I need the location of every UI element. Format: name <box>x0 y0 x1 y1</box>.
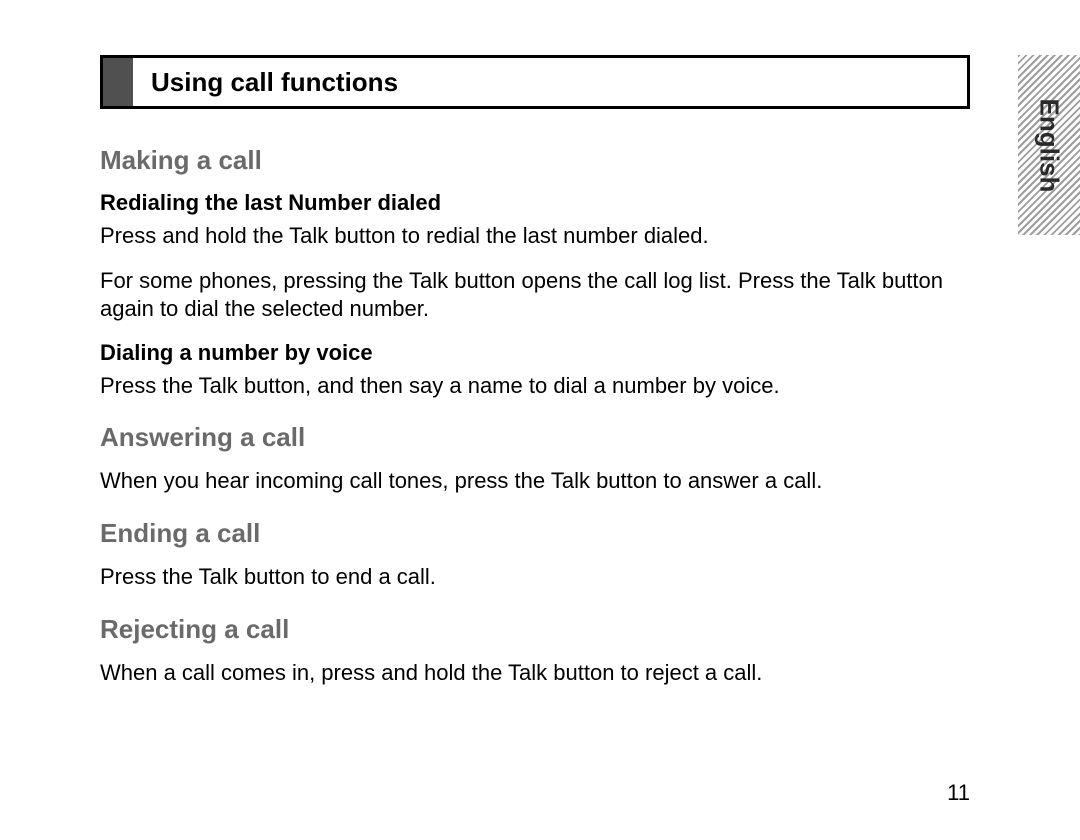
body-text: Press and hold the Talk button to redial… <box>100 222 970 251</box>
sub-heading: Redialing the last Number dialed <box>100 190 970 216</box>
body-text: For some phones, pressing the Talk butto… <box>100 267 970 324</box>
language-tab-text: English <box>1034 98 1065 192</box>
page-number: 11 <box>947 780 970 806</box>
body-text: When you hear incoming call tones, press… <box>100 467 970 496</box>
page-content: Using call functions Making a call Redia… <box>0 0 1080 743</box>
body-text: When a call comes in, press and hold the… <box>100 659 970 688</box>
language-tab: English <box>1018 55 1080 235</box>
section-heading: Answering a call <box>100 422 970 453</box>
section-heading: Ending a call <box>100 518 970 549</box>
sub-heading: Dialing a number by voice <box>100 340 970 366</box>
title-accent <box>103 58 133 106</box>
body-text: Press the Talk button to end a call. <box>100 563 970 592</box>
page-title: Using call functions <box>133 58 398 106</box>
body-text: Press the Talk button, and then say a na… <box>100 372 970 401</box>
title-bar: Using call functions <box>100 55 970 109</box>
section-heading: Rejecting a call <box>100 614 970 645</box>
section-heading: Making a call <box>100 145 970 176</box>
